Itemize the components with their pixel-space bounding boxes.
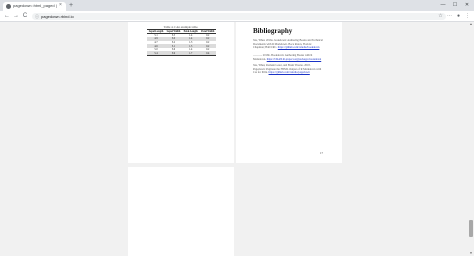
table-cell: 3.9: [165, 51, 182, 56]
page-icon: [6, 4, 11, 9]
bibliography-entry: Xie, Yihui, Romain Lesur, and Brent Thor…: [253, 64, 323, 75]
browser-tab[interactable]: pagedown::html_paged | R Markdown Paged …: [3, 2, 66, 11]
scroll-up-arrow-icon[interactable]: ▲: [468, 22, 474, 27]
extensions-icon[interactable]: ⋯: [446, 13, 453, 20]
new-tab-button[interactable]: +: [69, 2, 73, 10]
page-viewport[interactable]: Table 4.1: An example table. Sepal.Lengt…: [0, 22, 474, 256]
entry-link[interactable]: https://github.com/rstudio/pagedown: [269, 71, 310, 74]
tab-strip: pagedown::html_paged | R Markdown Paged …: [0, 0, 474, 11]
tab-title: pagedown::html_paged | R Markdown Paged …: [13, 3, 57, 8]
scrollbar-thumb[interactable]: [469, 219, 473, 237]
table-cell: 5.4: [147, 51, 166, 56]
bookmark-star-icon[interactable]: ☆: [437, 13, 444, 20]
info-icon[interactable]: ⓘ: [35, 14, 39, 19]
forward-button[interactable]: →: [12, 12, 20, 20]
address-bar[interactable]: ⓘ pagedown.rbind.io: [32, 13, 446, 20]
table-cell: 1.7: [181, 51, 200, 56]
profile-avatar-icon[interactable]: ●: [455, 13, 462, 20]
entry-link[interactable]: https://CRAN.R-project.org/package=bookd…: [267, 58, 322, 61]
page-number: 17: [320, 151, 323, 155]
back-button[interactable]: ←: [3, 12, 11, 20]
bibliography-entry: Xie, Yihui. 2016a. bookdown: Authoring B…: [253, 39, 323, 50]
document-page-table: Table 4.1: An example table. Sepal.Lengt…: [128, 22, 234, 163]
close-icon[interactable]: ×: [59, 2, 62, 9]
column-header: Petal.Length: [181, 29, 200, 34]
reload-button[interactable]: C: [21, 12, 29, 20]
iris-table: Sepal.Length Sepal.Width Petal.Length Pe…: [147, 29, 216, 56]
document-page-blank: [128, 167, 234, 256]
browser-toolbar: ← → C ⓘ pagedown.rbind.io ☆ ⋯ ● ⋮: [0, 11, 474, 22]
bibliography-entry: ———. 2016b. Bookdown: Authoring Books wi…: [253, 54, 323, 61]
menu-icon[interactable]: ⋮: [464, 13, 471, 20]
column-header: Petal.Width: [199, 29, 216, 34]
entry-link[interactable]: https://github.com/rstudio/bookdown: [278, 46, 320, 49]
minimize-button[interactable]: —: [437, 0, 449, 11]
column-header: Sepal.Width: [165, 29, 182, 34]
document-page-bibliography: Bibliography Xie, Yihui. 2016a. bookdown…: [236, 22, 342, 163]
table-row: 5.4 3.9 1.7 0.4: [147, 51, 216, 56]
table-cell: 0.4: [199, 51, 216, 56]
scroll-down-arrow-icon[interactable]: ▼: [468, 251, 474, 256]
close-window-button[interactable]: ✕: [461, 0, 473, 11]
column-header: Sepal.Length: [147, 29, 166, 34]
vertical-scrollbar[interactable]: ▲ ▼: [468, 22, 474, 256]
url-text[interactable]: pagedown.rbind.io: [41, 13, 74, 20]
maximize-button[interactable]: ☐: [449, 0, 461, 11]
bibliography-heading: Bibliography: [253, 27, 293, 35]
